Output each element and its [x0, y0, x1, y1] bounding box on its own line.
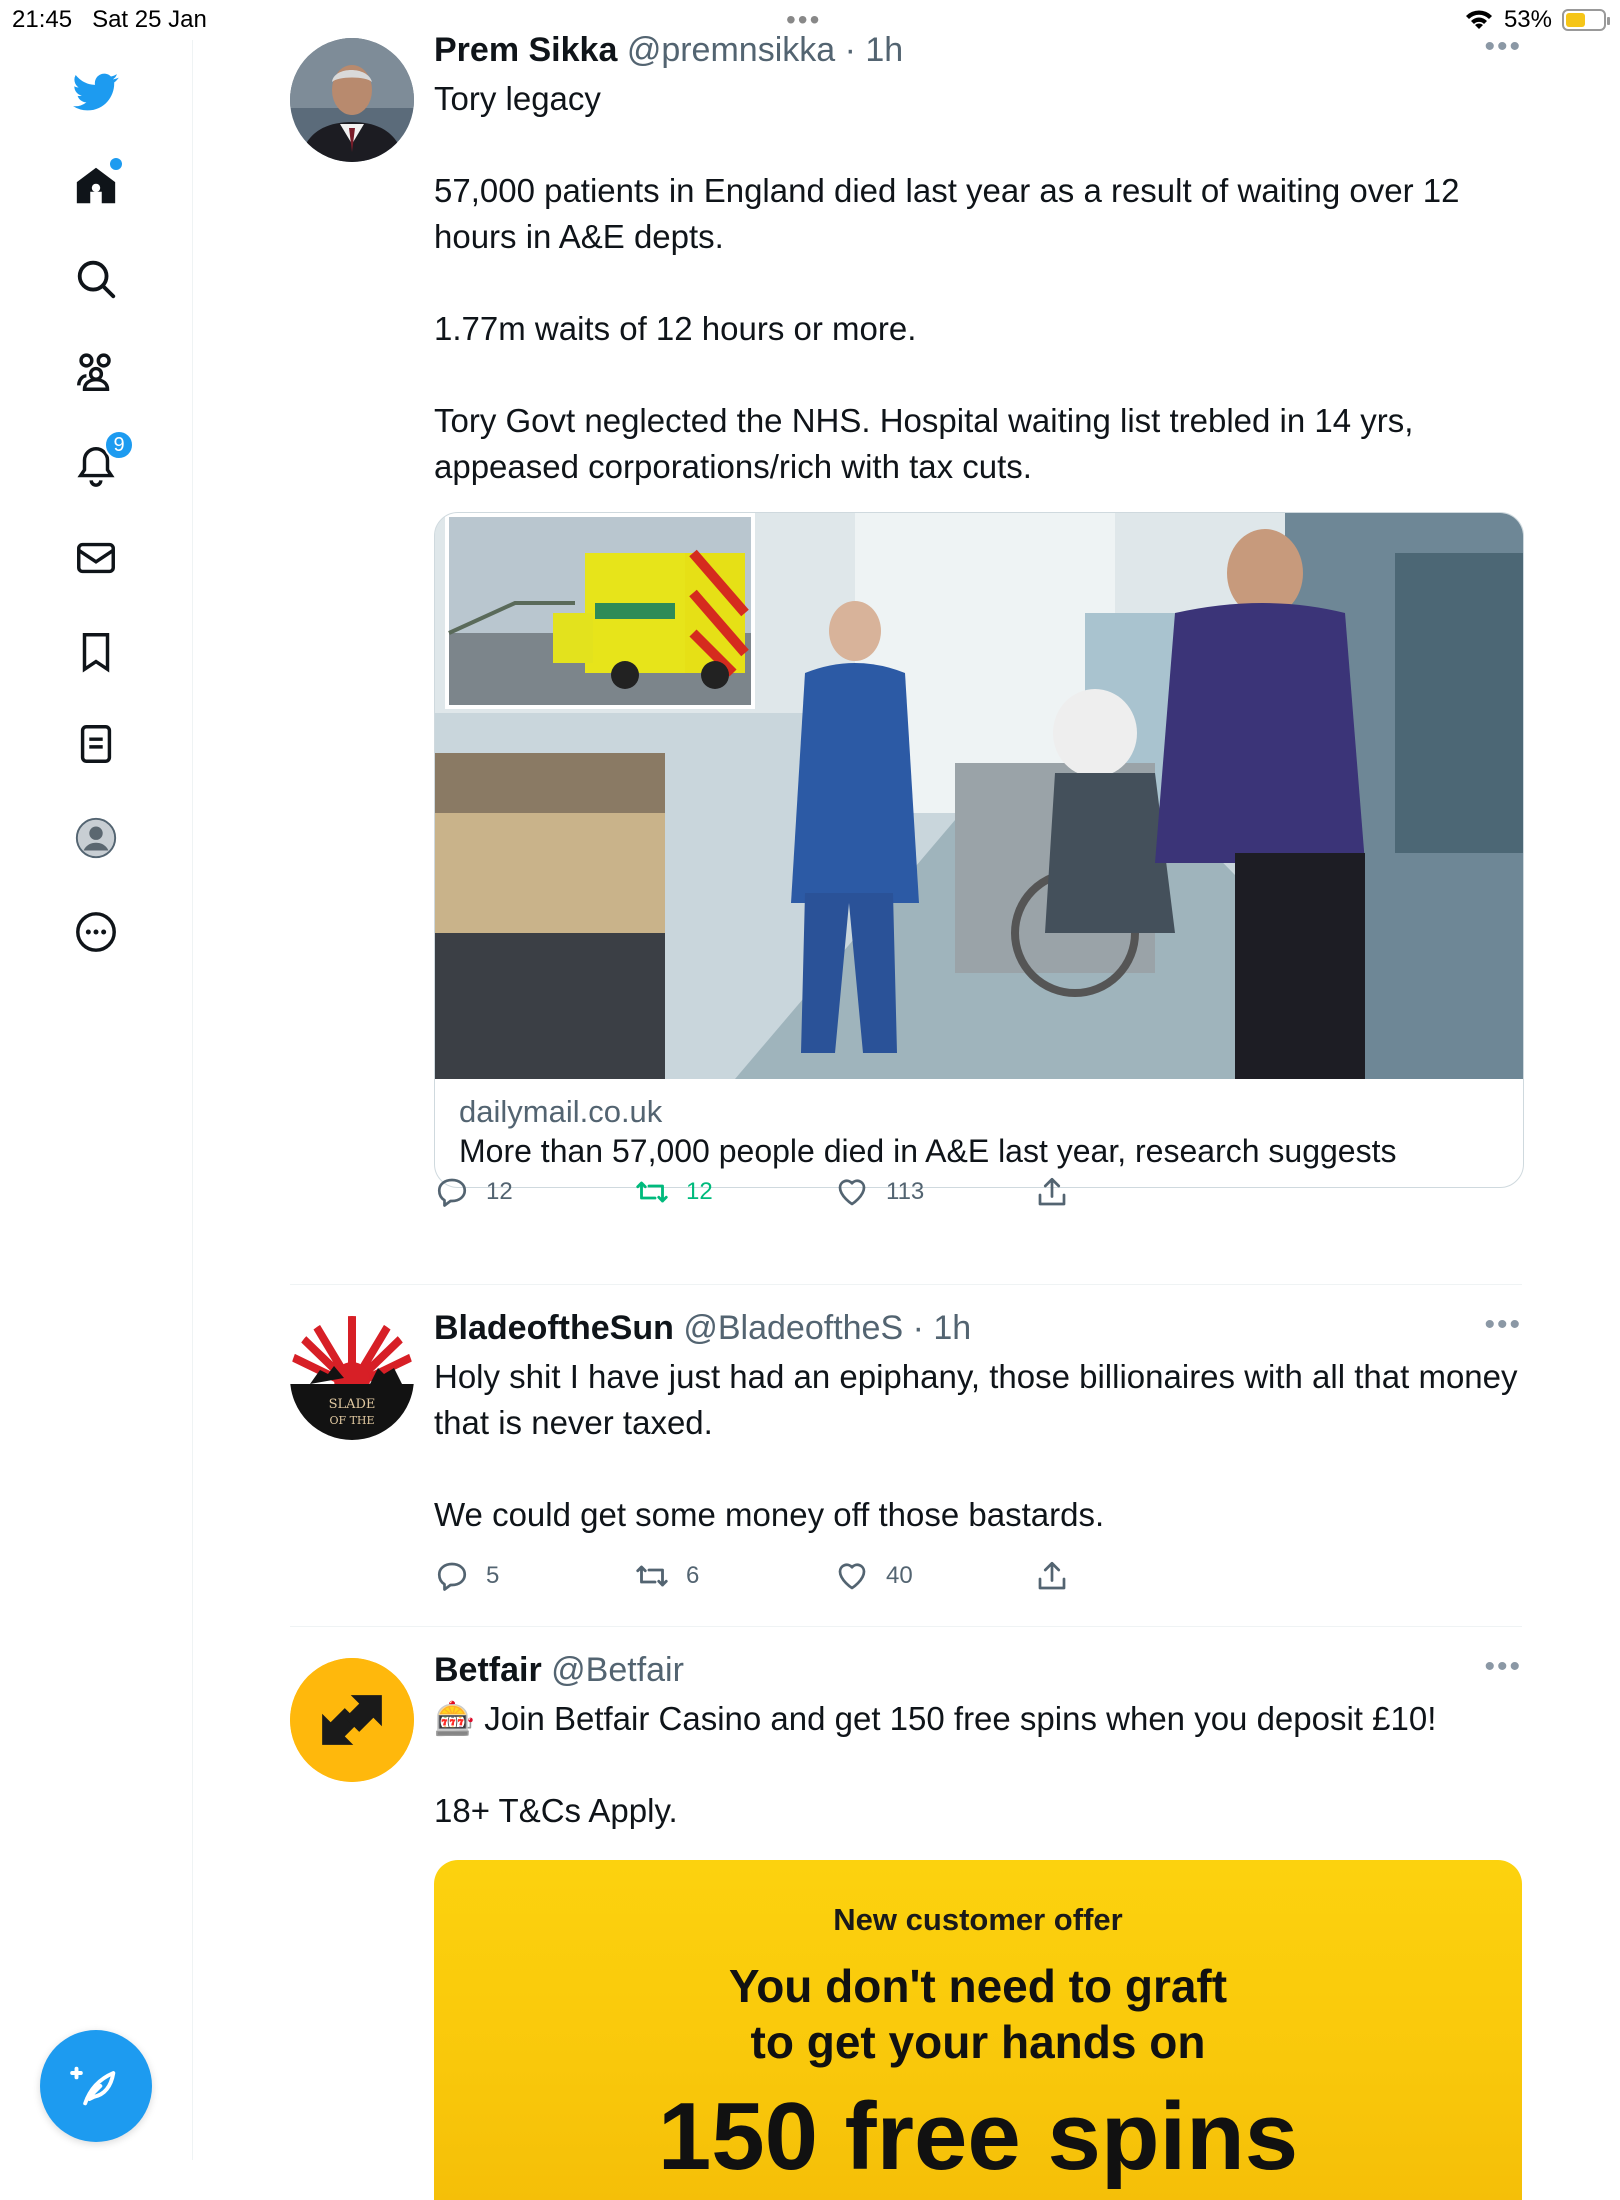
avatar[interactable]	[290, 38, 414, 162]
notification-badge: 9	[104, 430, 134, 460]
tweet-header: Prem Sikka @premnsikka · 1h	[434, 30, 1522, 70]
author-name[interactable]: Prem Sikka	[434, 31, 617, 69]
retweet-count: 6	[686, 1562, 700, 1589]
heart-icon	[838, 1563, 866, 1590]
like-button[interactable]: 113	[834, 1174, 924, 1210]
compose-tweet-button[interactable]	[40, 2030, 152, 2142]
reply-icon	[437, 1178, 467, 1207]
twitter-logo-icon[interactable]	[64, 60, 128, 124]
nav-notifications[interactable]: 9	[64, 430, 134, 498]
author-name[interactable]: Betfair	[434, 1651, 542, 1689]
link-card[interactable]: dailymail.co.uk More than 57,000 people …	[434, 512, 1524, 1188]
retweet-button[interactable]: 6	[634, 1558, 699, 1594]
reply-count: 12	[486, 1178, 513, 1205]
reply-icon	[437, 1562, 467, 1591]
svg-text:OF THE: OF THE	[329, 1414, 374, 1427]
tweet-divider	[290, 1626, 1522, 1627]
tweet-paragraph: Tory Govt neglected the NHS. Hospital wa…	[434, 402, 1414, 485]
tweet-content: Betfair @Betfair ••• 🎰 Join Betfair Casi…	[434, 1650, 1522, 2200]
tweet-paragraph: 18+ T&Cs Apply.	[434, 1792, 678, 1829]
avatar[interactable]: SLADE OF THE	[290, 1316, 414, 1440]
tweet-paragraph: We could get some money off those bastar…	[434, 1496, 1105, 1533]
share-icon	[1038, 1561, 1066, 1590]
ad-kicker: New customer offer	[833, 1902, 1123, 1937]
lists-icon	[80, 725, 112, 763]
link-card-image	[435, 513, 1523, 1079]
tweet-paragraph: 57,000 patients in England died last yea…	[434, 172, 1460, 255]
nav-home[interactable]	[64, 154, 128, 218]
nav-profile[interactable]	[64, 806, 128, 870]
reply-count: 5	[486, 1562, 500, 1589]
nav-communities[interactable]	[64, 340, 128, 404]
nav-bookmarks[interactable]	[64, 620, 128, 684]
author-handle[interactable]: @premnsikka	[627, 31, 835, 69]
mail-icon	[77, 542, 115, 574]
sidebar: 9	[0, 40, 193, 2160]
nav-search[interactable]	[64, 247, 128, 311]
retweet-icon	[636, 1565, 668, 1587]
svg-text:SLADE: SLADE	[329, 1397, 376, 1412]
share-icon	[1038, 1177, 1066, 1206]
nav-more[interactable]	[64, 900, 128, 964]
tweet-betfair-promoted[interactable]: Betfair @Betfair ••• 🎰 Join Betfair Casi…	[290, 1650, 1522, 2200]
retweet-count: 12	[686, 1178, 713, 1205]
tweet-time[interactable]: · 1h	[845, 31, 904, 69]
search-icon	[77, 260, 116, 299]
author-handle[interactable]: @BladeoftheS	[683, 1309, 903, 1347]
like-button[interactable]: 40	[834, 1558, 913, 1594]
share-button[interactable]	[1034, 1558, 1070, 1594]
more-circle-icon	[76, 912, 116, 952]
profile-avatar-icon	[75, 817, 117, 859]
tweet-paragraph: 🎰 Join Betfair Casino and get 150 free s…	[434, 1700, 1437, 1737]
tweet-bladeofthesun[interactable]: SLADE OF THE BladeoftheSun @BladeoftheS …	[290, 1308, 1522, 1608]
ad-line-2: to get your hands on	[750, 2016, 1206, 2068]
author-name[interactable]: BladeoftheSun	[434, 1309, 674, 1347]
retweet-icon	[636, 1181, 668, 1203]
tweet-actions: 5 6 40	[434, 1558, 1134, 1598]
tweet-content: BladeoftheSun @BladeoftheS · 1h ••• Holy…	[434, 1308, 1522, 1591]
bookmark-icon	[82, 633, 110, 673]
tweet-divider	[290, 1284, 1522, 1285]
retweet-button[interactable]: 12	[634, 1174, 713, 1210]
tweet-paragraph: 1.77m waits of 12 hours or more.	[434, 310, 917, 347]
compose-icon	[70, 2066, 116, 2106]
like-count: 40	[886, 1562, 913, 1589]
tweet-header: BladeoftheSun @BladeoftheS · 1h	[434, 1308, 1522, 1348]
nav-messages[interactable]	[64, 526, 128, 590]
home-icon	[76, 167, 116, 204]
ad-line-1: You don't need to graft	[728, 1960, 1228, 2012]
status-time: 21:45 Sat 25 Jan	[12, 6, 207, 33]
link-headline: More than 57,000 people died in A&E last…	[459, 1133, 1397, 1169]
link-domain: dailymail.co.uk	[459, 1094, 663, 1129]
like-count: 113	[886, 1178, 925, 1205]
tweet-content: Prem Sikka @premnsikka · 1h ••• Tory leg…	[434, 30, 1524, 1207]
new-content-dot	[110, 158, 122, 170]
tweet-text: Holy shit I have just had an epiphany, t…	[434, 1354, 1522, 1538]
more-options-icon[interactable]: •••	[1484, 1308, 1522, 1342]
reply-button[interactable]: 12	[434, 1174, 513, 1210]
tweet-text: Tory legacy 57,000 patients in England d…	[434, 76, 1522, 490]
heart-icon	[838, 1179, 866, 1206]
tweet-paragraph: Holy shit I have just had an epiphany, t…	[434, 1358, 1518, 1441]
tweet-time[interactable]: · 1h	[913, 1309, 972, 1347]
tweet-prem-sikka[interactable]: Prem Sikka @premnsikka · 1h ••• Tory leg…	[290, 30, 1524, 1260]
tweet-text: 🎰 Join Betfair Casino and get 150 free s…	[434, 1696, 1522, 1834]
reply-button[interactable]: 5	[434, 1558, 499, 1594]
nav-lists[interactable]	[64, 712, 128, 776]
tweet-paragraph: Tory legacy	[434, 80, 601, 117]
avatar[interactable]	[290, 1658, 414, 1782]
ad-line-3: 150 free spins	[657, 2083, 1299, 2190]
tweet-header: Betfair @Betfair	[434, 1650, 1522, 1690]
timeline: Prem Sikka @premnsikka · 1h ••• Tory leg…	[192, 0, 1620, 2200]
more-options-icon[interactable]: •••	[1484, 30, 1522, 64]
more-options-icon[interactable]: •••	[1484, 1650, 1522, 1684]
link-card-meta: dailymail.co.uk More than 57,000 people …	[435, 1079, 1523, 1187]
ad-banner[interactable]: New customer offer You don't need to gra…	[434, 1860, 1522, 2200]
share-button[interactable]	[1034, 1174, 1070, 1210]
hospital-corridor-image	[435, 513, 1523, 1079]
communities-icon	[77, 353, 111, 391]
tweet-actions: 12 12 113	[434, 1174, 1134, 1214]
author-handle[interactable]: @Betfair	[551, 1651, 684, 1689]
